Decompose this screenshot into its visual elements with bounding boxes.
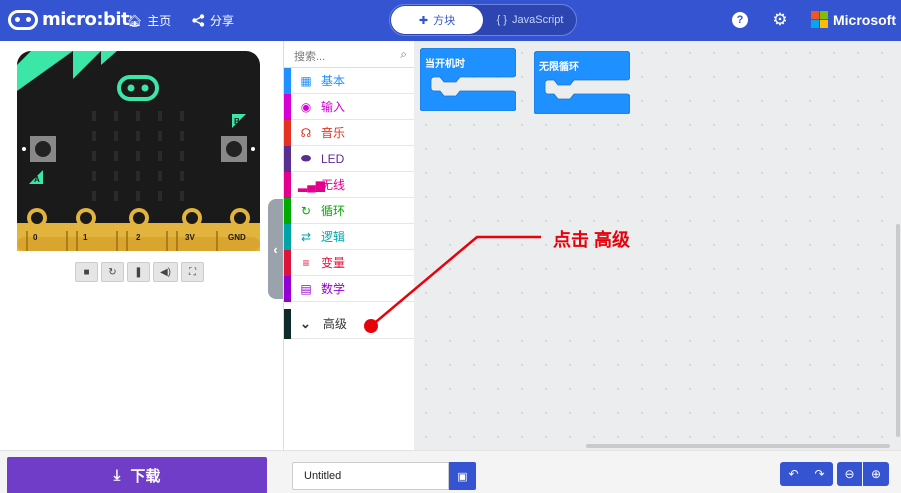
bottom-bar: ⤓ 下载 ▣ ↶ ↷ ⊖ ⊕ [0, 450, 901, 493]
zoom-out-button[interactable]: ⊖ [837, 462, 862, 486]
zoom-out-icon: ⊖ [844, 467, 855, 481]
download-button[interactable]: ⤓ 下载 [7, 457, 267, 493]
undo-redo-group: ↶ ↷ [780, 462, 833, 486]
undo-icon[interactable]: ↶ [781, 467, 807, 481]
annotation-label: 点击 高级 [553, 230, 631, 250]
zoom-in-icon: ⊕ [870, 467, 882, 481]
annotation-arrow [364, 235, 541, 333]
download-icon: ⤓ [113, 467, 121, 484]
save-icon: ▣ [457, 470, 468, 483]
redo-icon[interactable]: ↷ [807, 467, 833, 481]
download-label: 下载 [130, 468, 161, 485]
zoom-in-button[interactable]: ⊕ [863, 462, 889, 486]
save-button[interactable]: ▣ [449, 462, 476, 490]
project-name-field[interactable] [292, 462, 449, 490]
